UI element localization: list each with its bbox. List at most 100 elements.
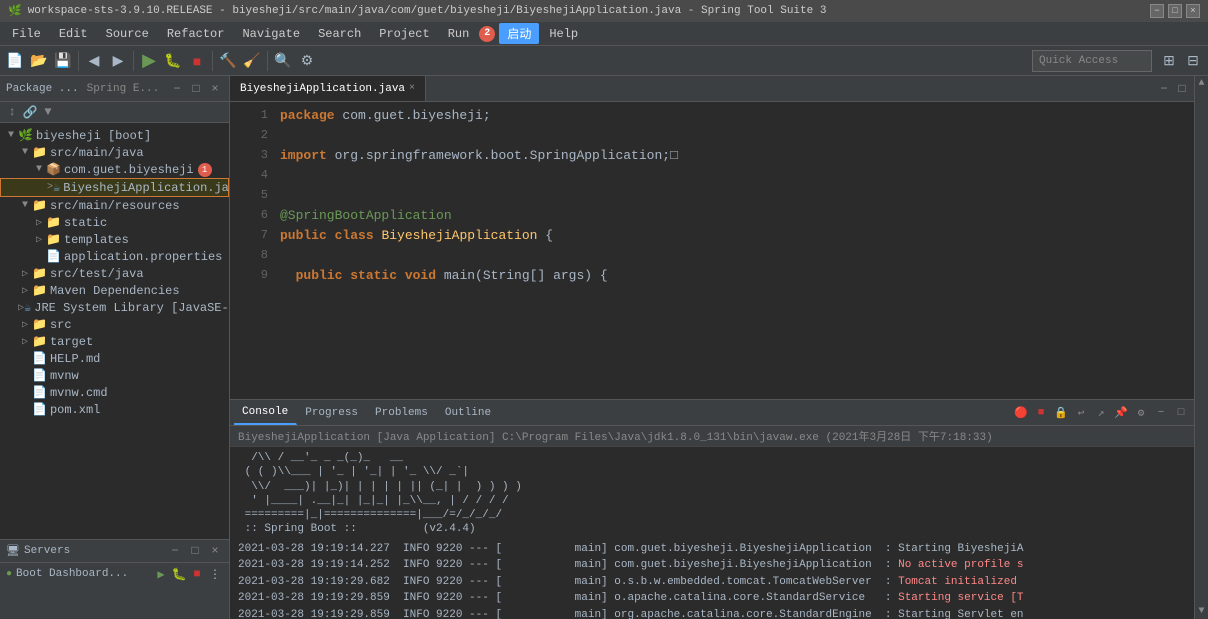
- tree-item-mvnw[interactable]: 📄 mvnw: [0, 367, 229, 384]
- console-tab-outline[interactable]: Outline: [437, 400, 500, 425]
- quick-access-field[interactable]: Quick Access: [1032, 50, 1152, 72]
- right-scrollbar[interactable]: ▲ ▼: [1194, 76, 1208, 619]
- toolbar-perspective-button[interactable]: ⊞: [1158, 50, 1180, 72]
- toolbar-run-button[interactable]: ▶: [138, 50, 160, 72]
- menu-search[interactable]: Search: [310, 25, 369, 43]
- tree-item-static[interactable]: ▷ 📁 static: [0, 214, 229, 231]
- file-tree: ▼ 🌿 biyesheji [boot] ▼ 📁 src/main/java ▼…: [0, 123, 229, 539]
- tab-close-icon[interactable]: ×: [409, 83, 415, 94]
- tree-item-mvnw-cmd[interactable]: 📄 mvnw.cmd: [0, 384, 229, 401]
- line-number: 8: [238, 246, 268, 266]
- title-bar-controls[interactable]: − □ ×: [1150, 4, 1200, 18]
- spring-explorer-tab[interactable]: Spring E...: [87, 83, 160, 95]
- filter-icon[interactable]: ▼: [40, 104, 56, 120]
- toolbar-search-button[interactable]: 🔍: [272, 50, 294, 72]
- toolbar-save-button[interactable]: 💾: [52, 50, 74, 72]
- menu-file[interactable]: File: [4, 25, 49, 43]
- server-more-btn[interactable]: ⋮: [207, 566, 223, 582]
- outline-tab-label: Outline: [445, 407, 491, 419]
- console-word-wrap[interactable]: ↩: [1072, 404, 1090, 422]
- toolbar-view-button[interactable]: ⊟: [1182, 50, 1204, 72]
- tree-item-project[interactable]: ▼ 🌿 biyesheji [boot]: [0, 127, 229, 144]
- tree-arrow: ▷: [18, 336, 32, 348]
- menu-help[interactable]: Help: [541, 25, 586, 43]
- console-max[interactable]: □: [1172, 404, 1190, 422]
- server-debug-btn[interactable]: 🐛: [171, 566, 187, 582]
- menu-refactor[interactable]: Refactor: [159, 25, 233, 43]
- toolbar-new-button[interactable]: 📄: [4, 50, 26, 72]
- servers-maximize[interactable]: □: [187, 543, 203, 559]
- tree-label: pom.xml: [50, 403, 100, 417]
- console-content[interactable]: /\\ / __'_ _ _(_)_ __ ( ( )\\___ | '_ | …: [230, 447, 1194, 619]
- line-number: 6: [238, 206, 268, 226]
- console-min[interactable]: −: [1152, 404, 1170, 422]
- toolbar-build-button[interactable]: 🔨: [217, 50, 239, 72]
- tree-item-pom-xml[interactable]: 📄 pom.xml: [0, 401, 229, 418]
- code-line-7: 7 public class BiyeshejiApplication {: [230, 226, 1194, 246]
- console-scroll-lock[interactable]: 🔒: [1052, 404, 1070, 422]
- editor-content[interactable]: 1 package com.guet.biyesheji; 2 3 import…: [230, 102, 1194, 399]
- tree-item-src[interactable]: ▷ 📁 src: [0, 316, 229, 333]
- panel-minimize-icon[interactable]: −: [169, 81, 185, 97]
- editor-maximize[interactable]: □: [1174, 81, 1190, 97]
- scroll-up-btn[interactable]: ▲: [1198, 78, 1204, 89]
- tree-arrow: ▷: [32, 217, 46, 229]
- start-button[interactable]: 启动: [499, 23, 539, 44]
- menu-source[interactable]: Source: [98, 25, 157, 43]
- console-open-external[interactable]: ↗: [1092, 404, 1110, 422]
- console-settings[interactable]: ⚙: [1132, 404, 1150, 422]
- toolbar-next-button[interactable]: ▶: [107, 50, 129, 72]
- console-stop-btn[interactable]: ■: [1032, 404, 1050, 422]
- no-active-profile-text: No active profile s: [898, 559, 1023, 571]
- minimize-button[interactable]: −: [1150, 4, 1164, 18]
- menu-project[interactable]: Project: [371, 25, 437, 43]
- toolbar-open-button[interactable]: 📂: [28, 50, 50, 72]
- tree-item-package[interactable]: ▼ 📦 com.guet.biyesheji 1: [0, 161, 229, 178]
- tree-item-src-main-resources[interactable]: ▼ 📁 src/main/resources: [0, 197, 229, 214]
- panel-maximize-icon[interactable]: □: [188, 81, 204, 97]
- menu-navigate[interactable]: Navigate: [234, 25, 308, 43]
- menu-edit[interactable]: Edit: [51, 25, 96, 43]
- tree-item-biyesheji-app[interactable]: > ☕ BiyeshejiApplication.java: [0, 178, 229, 197]
- collapse-icon[interactable]: ↕: [4, 104, 20, 120]
- tree-label: src/main/resources: [50, 199, 180, 213]
- console-pin[interactable]: 📌: [1112, 404, 1130, 422]
- console-tab-progress[interactable]: Progress: [297, 400, 367, 425]
- console-tab-problems[interactable]: Problems: [367, 400, 437, 425]
- tree-item-maven-deps[interactable]: ▷ 📁 Maven Dependencies: [0, 282, 229, 299]
- servers-minimize[interactable]: −: [167, 543, 183, 559]
- editor-tab-biyesheji[interactable]: BiyeshejiApplication.java ×: [230, 76, 426, 101]
- toolbar: 📄 📂 💾 ◀ ▶ ▶ 🐛 ■ 🔨 🧹 🔍 ⚙ Quick Access ⊞ ⊟: [0, 46, 1208, 76]
- tree-item-templates[interactable]: ▷ 📁 templates: [0, 231, 229, 248]
- tree-item-help-md[interactable]: 📄 HELP.md: [0, 350, 229, 367]
- scroll-down-btn[interactable]: ▼: [1198, 606, 1204, 617]
- panel-close-icon[interactable]: ×: [207, 81, 223, 97]
- tree-arrow: [18, 404, 32, 415]
- tree-item-jre[interactable]: ▷ ☕ JRE System Library [JavaSE-1.8]: [0, 299, 229, 316]
- toolbar-settings-button[interactable]: ⚙: [296, 50, 318, 72]
- toolbar-stop-button[interactable]: ■: [186, 50, 208, 72]
- toolbar-clean-button[interactable]: 🧹: [241, 50, 263, 72]
- line-content: import org.springframework.boot.SpringAp…: [280, 146, 678, 166]
- code-line-6: 6 @SpringBootApplication: [230, 206, 1194, 226]
- toolbar-debug-button[interactable]: 🐛: [162, 50, 184, 72]
- close-button[interactable]: ×: [1186, 4, 1200, 18]
- server-stop-btn[interactable]: ■: [189, 566, 205, 582]
- line-number: 9: [238, 266, 268, 286]
- toolbar-prev-button[interactable]: ◀: [83, 50, 105, 72]
- tree-item-target[interactable]: ▷ 📁 target: [0, 333, 229, 350]
- console-tab-console[interactable]: Console: [234, 400, 297, 425]
- tree-label: static: [64, 216, 107, 230]
- line-content: public class BiyeshejiApplication {: [280, 226, 553, 246]
- maximize-button[interactable]: □: [1168, 4, 1182, 18]
- tree-item-application-props[interactable]: 📄 application.properties: [0, 248, 229, 265]
- link-icon[interactable]: 🔗: [22, 104, 38, 120]
- console-clear-btn[interactable]: 🔴: [1012, 404, 1030, 422]
- editor-minimize[interactable]: −: [1156, 81, 1172, 97]
- tree-item-src-test-java[interactable]: ▷ 📁 src/test/java: [0, 265, 229, 282]
- console-path: BiyeshejiApplication [Java Application] …: [230, 426, 1194, 447]
- tree-item-src-main-java[interactable]: ▼ 📁 src/main/java: [0, 144, 229, 161]
- server-start-btn[interactable]: ▶: [153, 566, 169, 582]
- servers-close[interactable]: ×: [207, 543, 223, 559]
- menu-run[interactable]: Run: [440, 25, 478, 43]
